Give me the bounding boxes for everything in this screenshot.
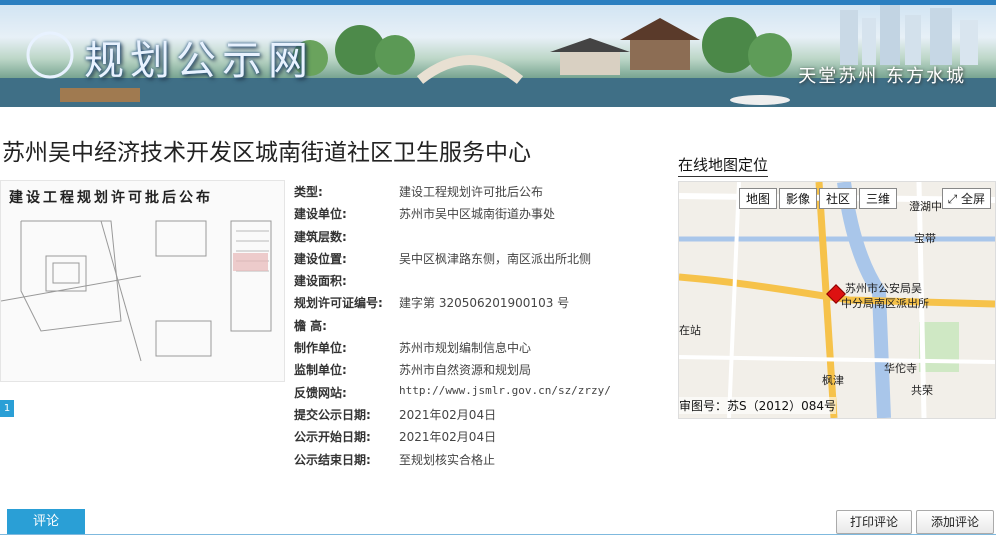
map-button-map[interactable]: 地图 — [739, 188, 778, 209]
info-label: 檐 高: — [294, 318, 327, 333]
info-row-eave-height: 檐 高: — [294, 317, 664, 339]
info-label: 提交公示日期: — [294, 407, 371, 422]
info-label: 建设单位: — [294, 207, 347, 222]
info-label: 公示开始日期: — [294, 430, 371, 445]
info-label: 反馈网站: — [294, 385, 347, 400]
map-button-satellite[interactable]: 影像 — [779, 188, 818, 209]
fullscreen-icon: ⤢ — [947, 192, 961, 206]
info-row-type: 类型: 建设工程规划许可批后公布 — [294, 183, 664, 205]
map-button-community[interactable]: 社区 — [819, 188, 858, 209]
info-value: 2021年02月04日 — [399, 407, 497, 422]
info-label: 公示结束日期: — [294, 452, 371, 467]
fullscreen-label: 全屏 — [960, 192, 985, 206]
map-heading[interactable]: 在线地图定位 — [678, 154, 769, 177]
map-temple-label: 华佗寺 — [884, 362, 917, 375]
info-value: 苏州市吴中区城南街道办事处 — [399, 207, 556, 222]
map-approval-number: 审图号：苏S（2012）084号 — [679, 397, 837, 414]
info-row-area: 建设面积: — [294, 272, 664, 294]
info-value: 苏州市自然资源和规划局 — [399, 363, 532, 378]
info-row-location: 建设位置: 吴中区枫津路东侧，南区派出所北侧 — [294, 250, 664, 272]
info-row-floors: 建筑层数: — [294, 228, 664, 250]
info-value: 建设工程规划许可批后公布 — [399, 185, 544, 199]
divider — [0, 534, 996, 535]
info-label: 建筑层数: — [294, 229, 347, 244]
info-label: 建设位置: — [294, 251, 347, 266]
info-label: 类型: — [294, 185, 323, 199]
map-road-label: 澄湖中 — [909, 200, 942, 213]
page-title: 苏州吴中经济技术开发区城南街道社区卫生服务中心 — [2, 140, 531, 166]
fullscreen-button[interactable]: ⤢ 全屏 — [941, 188, 991, 209]
info-row-submit-date: 提交公示日期: 2021年02月04日 — [294, 406, 664, 428]
map-station-label: 在站 — [679, 324, 701, 337]
map-button-3d[interactable]: 三维 — [859, 188, 898, 209]
info-label: 监制单位: — [294, 363, 347, 378]
add-comment-button[interactable]: 添加评论 — [916, 510, 994, 534]
info-row-permit-number: 规划许可证编号: 建字第 320506201900103 号 — [294, 294, 664, 316]
info-value: 苏州市规划编制信息中心 — [399, 341, 532, 356]
info-label: 规划许可证编号: — [294, 296, 383, 311]
info-row-start-date: 公示开始日期: 2021年02月04日 — [294, 428, 664, 450]
map-road-label: 共荣 — [911, 384, 933, 397]
info-value: 吴中区枫津路东侧，南区派出所北侧 — [399, 251, 592, 266]
page-number-button[interactable]: 1 — [0, 400, 14, 417]
map-poi-label: 中分局南区派出所 — [841, 297, 929, 310]
document-thumbnail[interactable]: 建设工程规划许可批后公布 — [0, 180, 285, 382]
info-label: 建设面积: — [294, 274, 347, 289]
info-row-producer: 制作单位: 苏州市规划编制信息中心 — [294, 339, 664, 361]
print-comments-button[interactable]: 打印评论 — [836, 510, 912, 534]
document-heading: 建设工程规划许可批后公布 — [9, 190, 213, 206]
info-value: 至规划核实合格止 — [399, 452, 496, 467]
info-row-builder: 建设单位: 苏州市吴中区城南街道办事处 — [294, 205, 664, 227]
info-row-end-date: 公示结束日期: 至规划核实合格止 — [294, 451, 664, 473]
site-banner: 规划公示网 天堂苏州 东方水城 — [0, 0, 996, 107]
map-road-label: 宝带 — [914, 232, 936, 245]
info-row-supervisor: 监制单位: 苏州市自然资源和规划局 — [294, 361, 664, 383]
online-map[interactable]: 地图 影像 社区 三维 ⤢ 全屏 苏州市公安局吴 中分局南区派出所 华佗寺 在站… — [678, 181, 996, 419]
site-title: 规划公示网 — [84, 38, 314, 84]
site-plan-drawing — [1, 220, 272, 362]
info-table: 类型: 建设工程规划许可批后公布 建设单位: 苏州市吴中区城南街道办事处 建筑层… — [294, 183, 664, 473]
comments-tab[interactable]: 评论 — [7, 509, 85, 535]
map-type-buttons: 地图 影像 社区 三维 — [739, 188, 899, 209]
feedback-link[interactable]: http://www.jsmlr.gov.cn/sz/zrzy/ — [399, 384, 611, 397]
info-value: 建字第 320506201900103 号 — [399, 296, 570, 311]
banner-slogan: 天堂苏州 东方水城 — [798, 66, 966, 87]
map-road-label: 枫津 — [822, 374, 844, 387]
info-row-feedback-site: 反馈网站: http://www.jsmlr.gov.cn/sz/zrzy/ — [294, 384, 664, 406]
info-label: 制作单位: — [294, 341, 347, 356]
info-value: 2021年02月04日 — [399, 430, 497, 445]
map-poi-label: 苏州市公安局吴 — [845, 282, 922, 295]
